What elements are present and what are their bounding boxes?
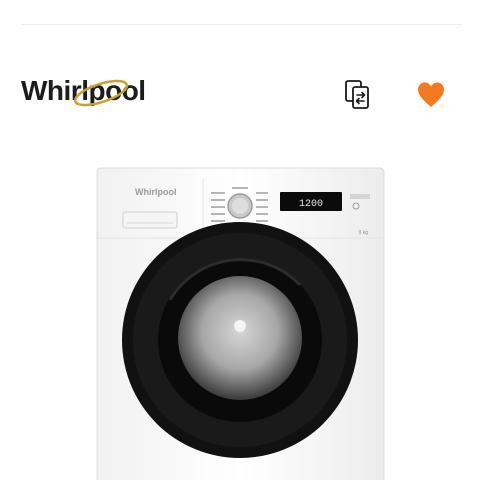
compare-icon — [345, 80, 369, 109]
display-reading: 1200 — [299, 199, 323, 210]
detergent-drawer — [122, 211, 178, 229]
favorite-button[interactable] — [415, 80, 447, 110]
compare-button[interactable] — [342, 78, 374, 112]
door-glass — [178, 276, 302, 400]
top-divider — [22, 24, 462, 25]
product-image: Whirlpool 1200 9 kg — [0, 150, 480, 485]
washing-machine-illustration: Whirlpool 1200 9 kg — [96, 167, 385, 485]
brand-logo[interactable]: Whirlpool — [21, 72, 146, 114]
brand-swoosh — [73, 79, 129, 107]
capacity-label: 9 kg — [359, 230, 369, 236]
heart-icon — [418, 82, 444, 107]
machine-brand-mark: Whirlpool — [135, 187, 177, 197]
